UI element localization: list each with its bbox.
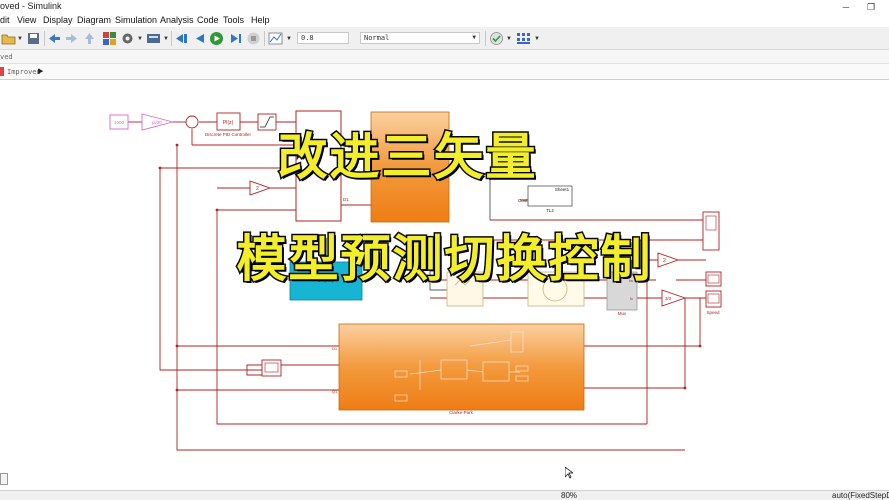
scope-plot-icon[interactable] bbox=[268, 31, 283, 46]
save-icon[interactable] bbox=[26, 31, 41, 46]
gear-icon[interactable] bbox=[120, 31, 135, 46]
menu-bar: dit View Display Diagram Simulation Anal… bbox=[0, 14, 889, 27]
menu-edit[interactable]: dit bbox=[0, 14, 10, 27]
simulink-window: oved - Simulink ─ ❐ dit View Display Dia… bbox=[0, 0, 889, 500]
open-folder-icon[interactable] bbox=[1, 31, 16, 46]
toolbar: ▼ ▼ ▼ ▼ 0.8 Normal ▼ ▼ ▼ bbox=[0, 27, 889, 50]
mux-label: Mux bbox=[618, 311, 627, 316]
breadcrumb: Improved ▶ bbox=[0, 64, 889, 80]
chevron-right-icon[interactable]: ▶ bbox=[38, 67, 43, 75]
library-browser-icon[interactable] bbox=[102, 31, 117, 46]
restore-icon[interactable]: ❐ bbox=[860, 0, 882, 14]
stop-icon[interactable] bbox=[246, 31, 261, 46]
tl2-label: TL2 bbox=[546, 208, 554, 213]
menu-diagram[interactable]: Diagram bbox=[77, 14, 111, 27]
menu-analysis[interactable]: Analysis bbox=[160, 14, 194, 27]
status-bar: 80% auto(FixedStepD bbox=[0, 490, 889, 500]
port-q1-left: Q1 bbox=[332, 389, 338, 394]
forward-arrow-icon[interactable] bbox=[64, 31, 79, 46]
port-d1-left: D1 bbox=[332, 346, 338, 351]
minimize-icon[interactable]: ─ bbox=[835, 0, 857, 14]
clarke-park-subsystem[interactable] bbox=[338, 323, 585, 411]
cont-label: Cont bbox=[518, 198, 528, 203]
grid-icon[interactable] bbox=[516, 31, 531, 46]
step-back-2-icon[interactable] bbox=[192, 31, 207, 46]
model-tab-label[interactable]: ved bbox=[0, 53, 13, 61]
menu-tools[interactable]: Tools bbox=[223, 14, 244, 27]
gain-sqrt-value: 3/2 bbox=[665, 296, 672, 301]
breadcrumb-model[interactable]: Improved bbox=[7, 68, 41, 76]
chevron-down-icon: ▼ bbox=[472, 34, 476, 41]
chevron-down-icon[interactable]: ▼ bbox=[286, 36, 292, 42]
simulation-mode-value: Normal bbox=[364, 34, 390, 42]
caption-line-2: 模型预测切换控制 bbox=[235, 229, 653, 290]
chevron-down-icon[interactable]: ▼ bbox=[17, 36, 23, 42]
menu-simulation[interactable]: Simulation bbox=[115, 14, 157, 27]
model-advisor-icon[interactable] bbox=[489, 31, 504, 46]
step-forward-icon[interactable] bbox=[228, 31, 243, 46]
step-back-icon[interactable] bbox=[174, 31, 189, 46]
model-explorer-icon[interactable] bbox=[146, 31, 161, 46]
menu-view[interactable]: View bbox=[17, 14, 36, 27]
menu-code[interactable]: Code bbox=[197, 14, 219, 27]
window-title: oved - Simulink bbox=[0, 1, 62, 11]
title-bar: oved - Simulink ─ ❐ bbox=[0, 0, 889, 14]
horizontal-scroll-handle[interactable] bbox=[0, 473, 8, 485]
clarke-park-label: Clarke-Park bbox=[449, 410, 474, 415]
chevron-down-icon[interactable]: ▼ bbox=[163, 36, 169, 42]
up-arrow-icon[interactable] bbox=[82, 31, 97, 46]
solver-info[interactable]: auto(FixedStepD bbox=[832, 491, 889, 500]
back-arrow-icon[interactable] bbox=[47, 31, 62, 46]
chevron-down-icon[interactable]: ▼ bbox=[506, 36, 512, 42]
caption-line-1: 改进三矢量 bbox=[276, 127, 538, 188]
model-tab-bar: ved bbox=[0, 50, 889, 64]
menu-help[interactable]: Help bbox=[251, 14, 270, 27]
model-icon bbox=[0, 67, 4, 76]
chevron-down-icon[interactable]: ▼ bbox=[137, 36, 143, 42]
scope-speed-label: Speed bbox=[706, 310, 720, 315]
zoom-level: 80% bbox=[561, 491, 578, 500]
menu-display[interactable]: Display bbox=[43, 14, 73, 27]
mux-port-iv: Iv bbox=[630, 296, 633, 301]
stop-time-input[interactable]: 0.8 bbox=[297, 32, 349, 44]
simulation-mode-select[interactable]: Normal ▼ bbox=[360, 32, 480, 44]
run-icon[interactable] bbox=[209, 31, 224, 46]
chevron-down-icon[interactable]: ▼ bbox=[534, 36, 540, 42]
port-d1: D1 bbox=[343, 197, 349, 202]
mouse-cursor-icon bbox=[565, 467, 573, 479]
